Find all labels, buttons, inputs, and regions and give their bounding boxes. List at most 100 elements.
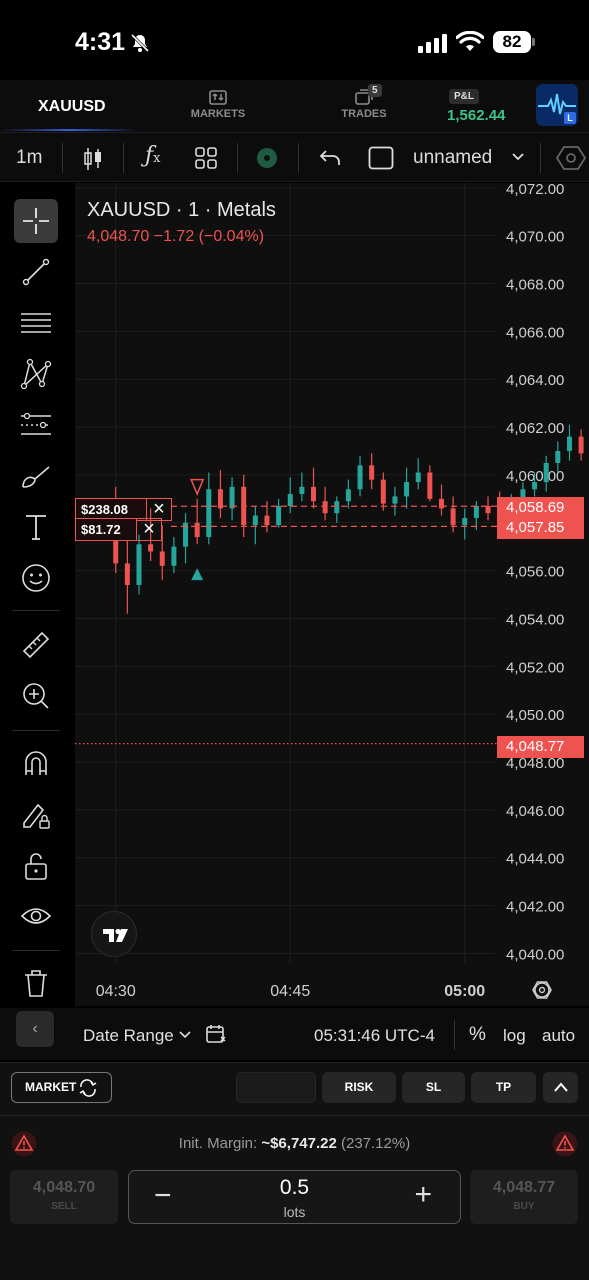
- zoom-tool[interactable]: [14, 674, 58, 718]
- toolbar-divider: [123, 143, 124, 173]
- take-profit-button[interactable]: TP: [471, 1072, 536, 1103]
- text-tool[interactable]: [14, 505, 58, 549]
- candle-body: [462, 517, 468, 526]
- lots-stepper[interactable]: − 0.5 lots +: [128, 1170, 461, 1224]
- lots-unit: lots: [283, 1204, 306, 1220]
- auto-scale-toggle[interactable]: auto: [542, 1026, 575, 1046]
- toolbar-divider: [237, 143, 238, 173]
- measure-tool[interactable]: [14, 623, 58, 667]
- battery-tip: [532, 38, 535, 46]
- brush-tool[interactable]: [14, 454, 58, 498]
- chart-canvas[interactable]: 4,072.00 4,070.00 4,068.00 4,066.00 4,064.00…: [75, 183, 589, 1006]
- toolbar-divider: [540, 143, 541, 173]
- bar-divider: [454, 1020, 455, 1050]
- chevron-down-icon[interactable]: [179, 1031, 191, 1040]
- expand-panel-button[interactable]: [543, 1072, 578, 1103]
- unlock-icon: [25, 853, 47, 880]
- crosshair-tool[interactable]: [14, 199, 58, 243]
- stop-loss-button[interactable]: SL: [402, 1072, 465, 1103]
- order-type-label: MARKET: [25, 1080, 77, 1094]
- fib-tool[interactable]: [14, 301, 58, 345]
- fullscreen-icon[interactable]: [368, 146, 394, 170]
- symbol-tab[interactable]: XAUUSD: [38, 98, 106, 116]
- interval-button[interactable]: 1m: [16, 147, 42, 169]
- y-tick-label: 4,040.00: [506, 946, 564, 963]
- status-time: 4:31: [75, 28, 126, 56]
- tradingview-logo[interactable]: [91, 911, 137, 957]
- empty-input[interactable]: [236, 1072, 316, 1103]
- price-chart[interactable]: 4,072.00 4,070.00 4,068.00 4,066.00 4,064.00…: [75, 183, 589, 1006]
- lock-drawing-tool[interactable]: [14, 793, 58, 837]
- visibility-tool[interactable]: [14, 895, 58, 939]
- panel-divider: [0, 1115, 589, 1116]
- risk-button[interactable]: RISK: [322, 1072, 396, 1103]
- lock-all-tool[interactable]: [14, 844, 58, 888]
- x-tick-label: 04:45: [270, 983, 310, 1000]
- init-margin: Init. Margin: ~$6,747.22 (237.12%): [0, 1135, 589, 1152]
- y-tick-label: 4,056.00: [506, 564, 564, 581]
- tools-divider: [12, 730, 60, 731]
- sell-label: SELL: [51, 1201, 77, 1212]
- pnl-summary[interactable]: P&L 1,562.44: [447, 86, 505, 124]
- candlestick-type-icon[interactable]: [82, 146, 104, 172]
- increase-lots-button[interactable]: +: [414, 1178, 432, 1212]
- y-tick-label: 4,042.00: [506, 899, 564, 916]
- prediction-tool[interactable]: [14, 403, 58, 447]
- buy-button[interactable]: 4,048.77 BUY: [470, 1170, 578, 1224]
- crosshair-icon: [23, 208, 49, 234]
- undo-icon[interactable]: [319, 149, 341, 167]
- settings-hex-icon[interactable]: [556, 145, 586, 171]
- chart-clock[interactable]: 05:31:46 UTC-4: [314, 1026, 435, 1046]
- y-tick-label: 4,052.00: [506, 659, 564, 676]
- percent-scale-toggle[interactable]: %: [469, 1024, 486, 1046]
- trend-line-tool[interactable]: [14, 250, 58, 294]
- position-pnl-label[interactable]: $81.72: [75, 518, 137, 541]
- delete-tool[interactable]: [14, 961, 58, 1005]
- markets-tab[interactable]: MARKETS: [190, 88, 246, 120]
- close-position-button[interactable]: ×: [136, 518, 162, 541]
- candle-body: [555, 450, 561, 463]
- y-tick-label: 4,066.00: [506, 324, 564, 341]
- y-tick-label: 4,054.00: [506, 611, 564, 628]
- date-range-button[interactable]: Date Range: [83, 1026, 174, 1046]
- horizontal-lines-icon: [21, 313, 51, 333]
- pattern-tool[interactable]: [14, 352, 58, 396]
- candle-body: [136, 544, 142, 585]
- candle-body: [485, 506, 491, 514]
- pattern-icon: [20, 358, 52, 390]
- pnl-value: 1,562.44: [447, 107, 506, 124]
- ruler-icon: [22, 631, 50, 659]
- emoji-tool[interactable]: [14, 556, 58, 600]
- buy-label: BUY: [513, 1201, 535, 1212]
- candle-body: [287, 494, 293, 507]
- candle-body: [217, 489, 223, 509]
- candle-body: [427, 472, 433, 499]
- warning-icon[interactable]: [552, 1131, 578, 1157]
- log-scale-toggle[interactable]: log: [503, 1026, 526, 1046]
- indicators-icon[interactable]: ƒx: [145, 143, 161, 168]
- chart-bottom-bar: ‹ Date Range 05:31:46 UTC-4 % log auto: [0, 1008, 589, 1060]
- position-price-tag: 4,057.85: [497, 517, 584, 539]
- sell-button[interactable]: 4,048.70 SELL: [10, 1170, 118, 1224]
- layout-name[interactable]: unnamed: [413, 147, 492, 169]
- chart-settings-icon[interactable]: [534, 982, 550, 998]
- account-avatar[interactable]: L: [536, 84, 578, 126]
- trades-tab[interactable]: 5 TRADES: [338, 84, 390, 120]
- legend-title: XAUUSD · 1 · Metals: [87, 199, 276, 221]
- magnet-icon: [25, 751, 47, 775]
- lots-value[interactable]: 0.5: [129, 1176, 460, 1200]
- alert-dot-icon[interactable]: [256, 147, 278, 169]
- collapse-tools-button[interactable]: ‹: [16, 1011, 54, 1047]
- candle-body: [252, 515, 258, 526]
- calendar-icon[interactable]: [205, 1023, 227, 1045]
- pencil-lock-icon: [23, 803, 50, 829]
- buy-price: 4,048.77: [492, 1179, 556, 1196]
- candle-body: [171, 546, 177, 566]
- chevron-down-icon[interactable]: [511, 152, 525, 162]
- layouts-grid-icon[interactable]: [195, 147, 217, 169]
- forecast-icon: [21, 412, 51, 435]
- magnet-tool[interactable]: [14, 742, 58, 786]
- candle-body: [566, 436, 572, 451]
- toolbar-divider: [298, 143, 299, 173]
- order-type-button[interactable]: MARKET: [11, 1072, 112, 1103]
